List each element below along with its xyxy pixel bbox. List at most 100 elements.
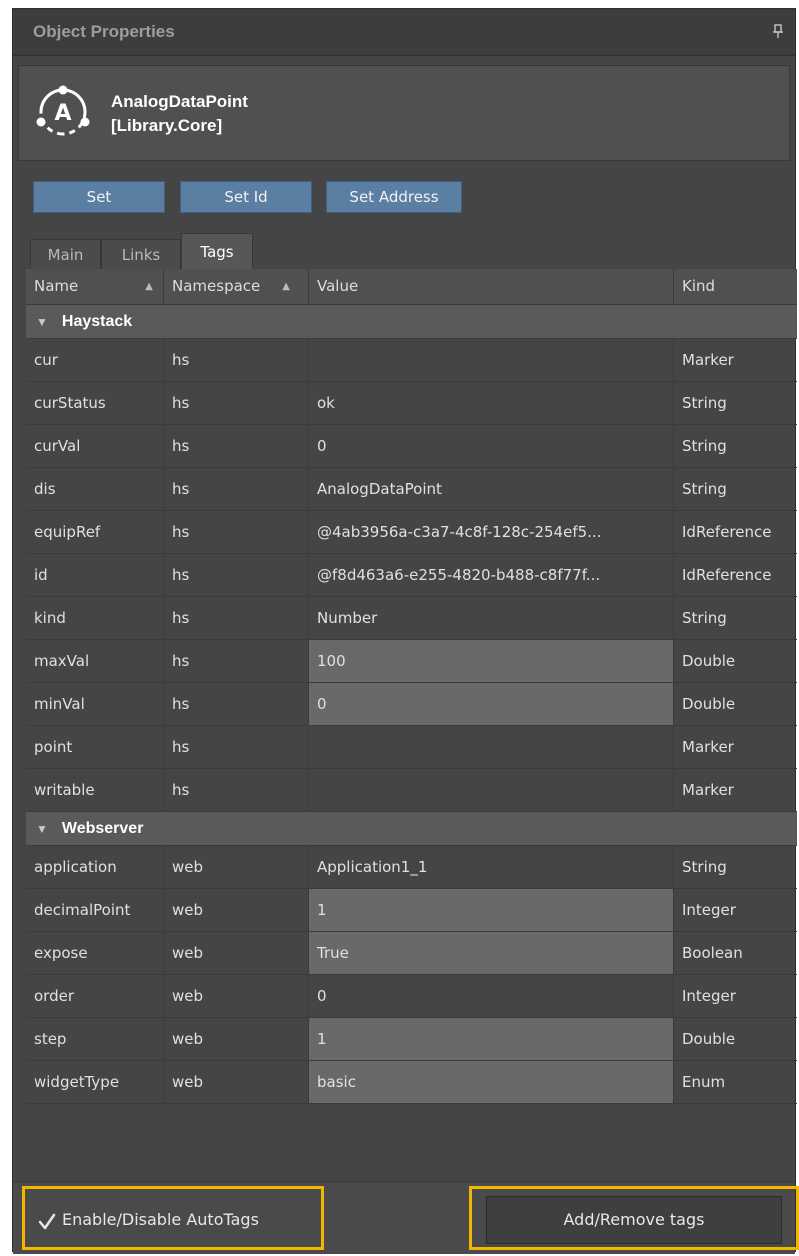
table-row[interactable]: kind hs Number String <box>26 597 797 640</box>
sort-asc-icon: ▲ <box>282 281 290 292</box>
table-row[interactable]: minVal hs 0 Double <box>26 683 797 726</box>
tag-value-cell[interactable]: 0 <box>309 683 674 725</box>
set-address-button[interactable]: Set Address <box>326 181 462 213</box>
tag-value-cell[interactable]: True <box>309 932 674 974</box>
column-name-label: Name <box>34 277 79 295</box>
tag-name-cell: writable <box>26 769 164 811</box>
tag-value-cell[interactable]: basic <box>309 1061 674 1103</box>
tag-namespace-cell: hs <box>164 683 309 725</box>
table-row[interactable]: point hs Marker <box>26 726 797 769</box>
tag-value-cell[interactable]: @4ab3956a-c3a7-4c8f-128c-254ef5... <box>309 511 674 553</box>
collapse-arrow-icon[interactable]: ▼ <box>36 305 48 339</box>
tag-kind-cell: IdReference <box>682 566 772 584</box>
tag-namespace-cell: hs <box>164 554 309 596</box>
table-row[interactable]: decimalPoint web 1 Integer <box>26 889 797 932</box>
tag-name-cell: expose <box>26 932 164 974</box>
tag-namespace-cell: web <box>164 932 309 974</box>
tag-kind-cell: Integer <box>682 901 736 919</box>
tag-namespace-cell: hs <box>164 726 309 768</box>
tag-name-cell: widgetType <box>26 1061 164 1103</box>
tag-kind-cell: String <box>682 394 727 412</box>
tag-name-cell: minVal <box>26 683 164 725</box>
sort-asc-icon: ▲ <box>145 281 153 292</box>
tab-main[interactable]: Main <box>30 239 101 269</box>
table-row[interactable]: curVal hs 0 String <box>26 425 797 468</box>
group-label: Haystack <box>61 313 133 330</box>
column-header-kind[interactable]: Kind <box>674 269 797 304</box>
table-row[interactable]: cur hs Marker <box>26 339 797 382</box>
table-row[interactable]: expose web True Boolean <box>26 932 797 975</box>
tag-value-cell[interactable]: 100 <box>309 640 674 682</box>
tag-value-cell[interactable]: Application1_1 <box>309 846 674 888</box>
grid-header: Name ▲ Namespace ▲ Value Kind <box>26 269 797 305</box>
tag-name-cell: maxVal <box>26 640 164 682</box>
collapse-arrow-icon[interactable]: ▼ <box>36 812 48 846</box>
tag-kind-cell: Marker <box>682 351 734 369</box>
tag-kind-cell: String <box>682 609 727 627</box>
table-row[interactable]: widgetType web basic Enum <box>26 1061 797 1104</box>
tag-name-cell: application <box>26 846 164 888</box>
tag-name-cell: equipRef <box>26 511 164 553</box>
tag-name-cell: id <box>26 554 164 596</box>
tag-name-cell: point <box>26 726 164 768</box>
set-button[interactable]: Set <box>33 181 165 213</box>
table-row[interactable]: application web Application1_1 String <box>26 846 797 889</box>
add-remove-tags-button[interactable]: Add/Remove tags <box>486 1196 782 1244</box>
tag-namespace-cell: hs <box>164 511 309 553</box>
tag-value-cell[interactable]: 1 <box>309 889 674 931</box>
tag-value-cell[interactable]: 0 <box>309 975 674 1017</box>
tag-value-cell[interactable] <box>309 769 674 811</box>
tag-namespace-cell: web <box>164 846 309 888</box>
tab-bar: Main Links Tags <box>13 233 795 269</box>
set-id-button[interactable]: Set Id <box>180 181 312 213</box>
table-row[interactable]: dis hs AnalogDataPoint String <box>26 468 797 511</box>
group-header-haystack[interactable]: ▼ Haystack <box>26 305 797 339</box>
tag-kind-cell: String <box>682 437 727 455</box>
tag-value-cell[interactable]: @f8d463a6-e255-4820-b488-c8f77f... <box>309 554 674 596</box>
table-row[interactable]: order web 0 Integer <box>26 975 797 1018</box>
analog-datapoint-icon: A <box>36 85 90 136</box>
group-header-webserver[interactable]: ▼ Webserver <box>26 812 797 846</box>
tag-value-cell[interactable]: 1 <box>309 1018 674 1060</box>
column-header-name[interactable]: Name ▲ <box>26 269 164 304</box>
panel-title: Object Properties <box>33 22 175 41</box>
table-row[interactable]: writable hs Marker <box>26 769 797 812</box>
object-header: A AnalogDataPoint [Library.Core] <box>18 65 790 161</box>
pin-icon[interactable] <box>771 23 785 39</box>
tag-namespace-cell: hs <box>164 640 309 682</box>
tab-tags[interactable]: Tags <box>181 233 253 269</box>
table-row[interactable]: equipRef hs @4ab3956a-c3a7-4c8f-128c-254ef… <box>26 511 797 554</box>
table-row[interactable]: step web 1 Double <box>26 1018 797 1061</box>
tag-kind-cell: IdReference <box>682 523 772 541</box>
tag-kind-cell: Double <box>682 652 736 670</box>
object-properties-panel: Object Properties A AnalogDataPoint [Lib… <box>12 8 797 1254</box>
table-row[interactable]: id hs @f8d463a6-e255-4820-b488-c8f77f... Id… <box>26 554 797 597</box>
column-header-value[interactable]: Value <box>309 269 674 304</box>
tag-kind-cell: Double <box>682 695 736 713</box>
tag-value-cell[interactable] <box>309 726 674 768</box>
tab-links[interactable]: Links <box>101 239 181 269</box>
tag-kind-cell: Double <box>682 1030 736 1048</box>
autotags-label[interactable]: Enable/Disable AutoTags <box>62 1210 259 1229</box>
tag-namespace-cell: hs <box>164 339 309 381</box>
table-row[interactable]: maxVal hs 100 Double <box>26 640 797 683</box>
tag-name-cell: dis <box>26 468 164 510</box>
autotags-checkbox[interactable] <box>38 1213 56 1231</box>
tag-kind-cell: String <box>682 858 727 876</box>
tag-name-cell: step <box>26 1018 164 1060</box>
tag-value-cell[interactable]: AnalogDataPoint <box>309 468 674 510</box>
tag-name-cell: order <box>26 975 164 1017</box>
tag-kind-cell: Boolean <box>682 944 743 962</box>
tag-namespace-cell: web <box>164 975 309 1017</box>
tag-value-cell[interactable]: 0 <box>309 425 674 467</box>
tag-name-cell: kind <box>26 597 164 639</box>
tag-value-cell[interactable] <box>309 339 674 381</box>
tag-name-cell: cur <box>26 339 164 381</box>
tag-kind-cell: Marker <box>682 738 734 756</box>
tag-value-cell[interactable]: ok <box>309 382 674 424</box>
tag-value-cell[interactable]: Number <box>309 597 674 639</box>
table-row[interactable]: curStatus hs ok String <box>26 382 797 425</box>
tag-namespace-cell: web <box>164 1018 309 1060</box>
column-header-namespace[interactable]: Namespace ▲ <box>164 269 309 304</box>
tag-name-cell: curVal <box>26 425 164 467</box>
